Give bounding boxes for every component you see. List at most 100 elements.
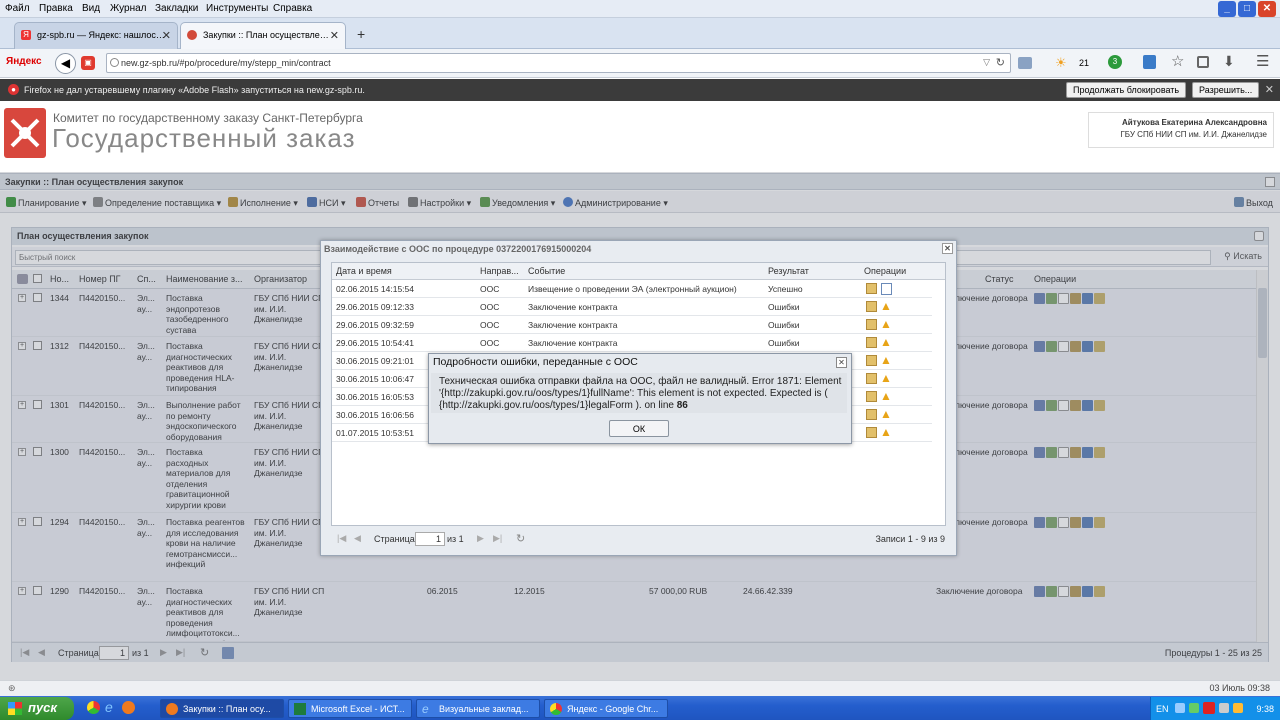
close-icon[interactable]: ✕ [1258,1,1276,17]
tray-network-icon[interactable] [1189,703,1199,713]
download-icon[interactable]: ⬇ [1223,53,1235,70]
col-datetime[interactable]: Дата и время [336,266,392,276]
close-icon[interactable]: ✕ [1265,83,1274,96]
user-name: Айтукова Екатерина Александровна [1122,118,1267,127]
cell-direction: ООС [480,302,500,312]
browser-menubar: Файл Правка Вид Журнал Закладки Инструме… [0,0,1280,18]
prev-page-icon[interactable]: ◀ [354,533,361,544]
chrome-quicklaunch-icon[interactable] [87,701,100,714]
document-icon[interactable] [881,283,892,295]
continue-blocking-button[interactable]: Продолжать блокировать [1066,82,1187,98]
package-icon[interactable] [866,283,877,294]
close-tab-icon[interactable]: ✕ [162,29,171,42]
cell-datetime: 01.07.2015 10:53:51 [336,428,414,438]
page-input[interactable]: 1 [415,532,445,546]
col-result[interactable]: Результат [768,266,809,276]
warning-icon[interactable]: ▲ [880,353,892,367]
taskbar-item-chrome[interactable]: Яндекс - Google Chr... [544,699,668,718]
next-page-icon[interactable]: ▶ [477,533,484,544]
warning-icon[interactable]: ▲ [880,317,892,331]
extension-icon[interactable] [1143,55,1156,69]
tab-label: Закупки :: План осуществле… [203,30,329,40]
dropdown-arrow-icon[interactable]: ▽ [983,57,990,68]
weather-icon[interactable]: ☀ [1055,55,1077,70]
package-icon[interactable] [866,355,877,366]
page-label: Страница [374,534,415,544]
refresh-icon[interactable]: ↻ [516,532,525,545]
cell-datetime: 02.06.2015 14:15:54 [336,284,414,294]
firefox-quicklaunch-icon[interactable] [122,701,135,714]
warning-icon[interactable]: ▲ [880,425,892,439]
close-icon[interactable]: ✕ [942,243,953,254]
cell-datetime: 30.06.2015 16:05:53 [336,392,414,402]
col-event[interactable]: Событие [528,266,565,276]
first-page-icon[interactable]: |◀ [337,533,346,544]
tray-update-icon[interactable] [1233,703,1243,713]
warning-icon[interactable]: ▲ [880,335,892,349]
minimize-icon[interactable]: _ [1218,1,1236,17]
package-icon[interactable] [866,427,877,438]
warning-icon[interactable]: ▲ [880,371,892,385]
maximize-icon[interactable]: □ [1238,1,1256,17]
url-bar[interactable]: new.gz-spb.ru/#po/procedure/my/stepp_min… [106,53,1011,73]
system-tray: EN 9:38 [1150,697,1280,720]
package-icon[interactable] [866,391,877,402]
menu-tools[interactable]: Инструменты [206,3,268,14]
last-page-icon[interactable]: ▶| [493,533,502,544]
error-dialog-title: Подробности ошибки, переданные с ООС [433,356,638,368]
package-icon[interactable] [866,409,877,420]
user-info: Айтукова Екатерина Александровна ГБУ СПб… [1088,112,1274,148]
reload-icon[interactable]: ↻ [996,56,1005,69]
error-line-number: 86 [676,400,688,411]
allow-button[interactable]: Разрешить... [1192,82,1260,98]
oos-event-row[interactable]: 29.06.2015 09:12:33 ООС Заключение контр… [332,298,932,316]
tray-antivirus-icon[interactable] [1203,702,1215,714]
package-icon[interactable] [866,319,877,330]
close-tab-icon[interactable]: ✕ [330,29,339,42]
tab-zakupki[interactable]: Закупки :: План осуществле… ✕ [180,22,346,49]
tray-app-icon[interactable] [1175,703,1185,713]
new-tab-button[interactable]: + [357,26,365,42]
menu-edit[interactable]: Правка [39,3,73,14]
package-icon[interactable] [866,337,877,348]
menu-view[interactable]: Вид [82,3,100,14]
addon-icon[interactable]: ▣ [81,56,95,70]
folder-icon[interactable] [1018,57,1032,69]
menu-file[interactable]: Файл [5,3,30,14]
menu-help[interactable]: Справка [273,3,312,14]
col-operations[interactable]: Операции [864,266,906,276]
weather-temp: 21 [1079,58,1090,68]
tray-volume-icon[interactable] [1219,703,1229,713]
bookmarks-menu-icon[interactable] [1197,56,1209,68]
cell-event: Заключение контракта [528,320,618,330]
oos-event-row[interactable]: 29.06.2015 10:54:41 ООС Заключение контр… [332,334,932,352]
language-indicator[interactable]: EN [1156,704,1169,714]
ie-quicklaunch-icon[interactable]: e [105,699,113,715]
start-button[interactable]: пуск [0,697,74,720]
warning-icon[interactable]: ▲ [880,407,892,421]
taskbar-item-bookmarks[interactable]: e Визуальные заклад... [416,699,540,718]
taskbar-item-zakupki[interactable]: Закупки :: План осу... [160,699,284,718]
cell-datetime: 29.06.2015 10:54:41 [336,338,414,348]
close-icon[interactable]: ✕ [836,357,847,368]
cell-result: Ошибки [768,302,800,312]
menu-history[interactable]: Журнал [110,3,147,14]
back-button[interactable]: ◀ [55,53,76,74]
tab-yandex[interactable]: Я gz-spb.ru — Яндекс: нашлос… ✕ [14,22,178,49]
menu-bookmarks[interactable]: Закладки [155,3,198,14]
warning-icon[interactable]: ▲ [880,389,892,403]
menu-hamburger-icon[interactable]: ☰ [1256,52,1269,70]
package-icon[interactable] [866,373,877,384]
package-icon[interactable] [866,301,877,312]
warning-icon[interactable]: ▲ [880,299,892,313]
col-direction[interactable]: Направ... [480,266,519,276]
user-org: ГБУ СПб НИИ СП им. И.И. Джанелидзе [1120,130,1267,139]
ok-button[interactable]: ОК [609,420,669,437]
cell-datetime: 29.06.2015 09:32:59 [336,320,414,330]
oos-event-row[interactable]: 29.06.2015 09:32:59 ООС Заключение контр… [332,316,932,334]
bookmark-star-icon[interactable]: ☆ [1171,52,1184,70]
badge-count[interactable]: 3 [1108,55,1122,69]
tab-label: gz-spb.ru — Яндекс: нашлос… [37,30,165,40]
oos-event-row[interactable]: 02.06.2015 14:15:54 ООС Извещение о пров… [332,280,932,298]
taskbar-item-excel[interactable]: Microsoft Excel - ИСТ... [288,699,412,718]
